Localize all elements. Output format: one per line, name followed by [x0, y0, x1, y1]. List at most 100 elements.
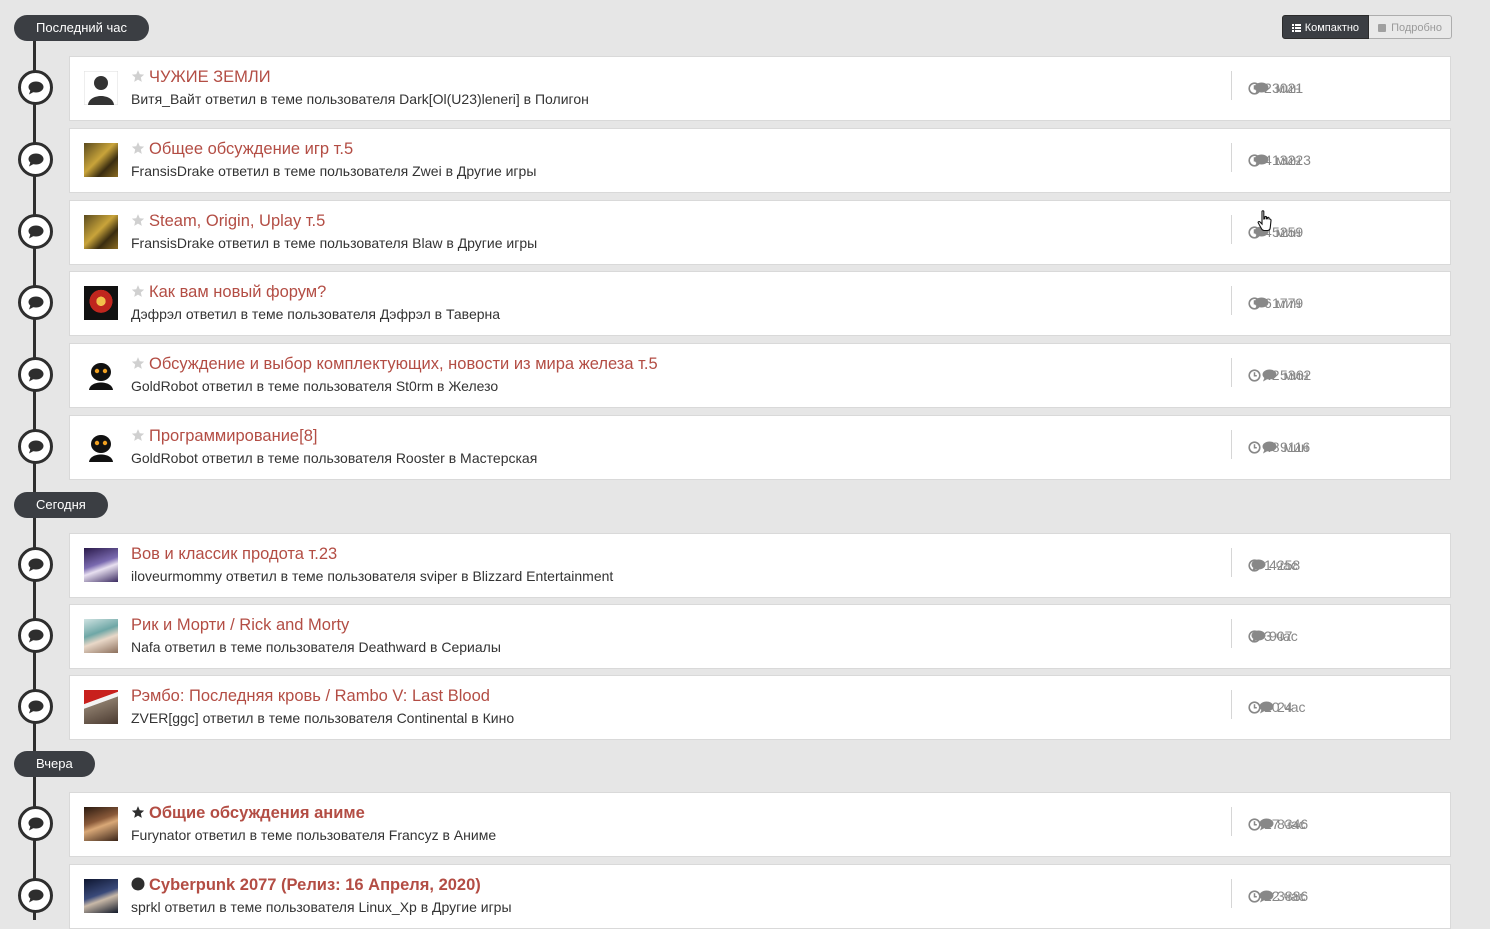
divider [1231, 548, 1232, 577]
avatar[interactable] [84, 143, 118, 177]
timeline-node [18, 70, 53, 105]
topic-title-link[interactable]: Общее обсуждение игр т.5 [149, 140, 353, 158]
compact-view-button[interactable]: Компактно [1281, 15, 1370, 39]
post-count-label: 907 [1269, 628, 1293, 644]
topic-row: Рэмбо: Последняя кровь / Rambo V: Last B… [69, 675, 1451, 740]
star-icon[interactable] [131, 213, 145, 227]
timeline-node [18, 547, 53, 582]
topic-title-link[interactable]: Cyberpunk 2077 (Релиз: 16 Апреля, 2020) [149, 876, 481, 894]
topic-title-link[interactable]: ЧУЖИЕ ЗЕМЛИ [149, 68, 271, 86]
topic-title-line: Обсуждение и выбор комплектующих, новост… [131, 355, 658, 374]
comment-icon [28, 368, 43, 381]
topic-row: Программирование[8] GoldRobot ответил в т… [69, 415, 1451, 480]
star-icon[interactable] [131, 805, 145, 819]
detailed-view-label: Подробно [1391, 22, 1442, 34]
avatar[interactable] [84, 358, 118, 392]
topic-row: Общее обсуждение игр т.5 FransisDrake отв… [69, 128, 1451, 193]
post-count: 907 [1251, 628, 1292, 644]
star-icon[interactable] [131, 356, 145, 370]
timeline-node [18, 689, 53, 724]
section-label-yesterday: Вчера [14, 751, 95, 777]
topic-title-link[interactable]: Программирование[8] [149, 427, 317, 445]
topic-title-link[interactable]: Как вам новый форум? [149, 283, 326, 301]
view-toggle: Компактно Подробно [1281, 15, 1452, 39]
avatar[interactable] [84, 286, 118, 320]
topic-title-link[interactable]: Вов и классик продота т.23 [131, 545, 337, 563]
divider [1231, 71, 1232, 100]
post-count: 1779 [1254, 295, 1303, 311]
star-icon[interactable] [131, 284, 145, 298]
post-count: 9116 [1262, 439, 1310, 455]
topic-title-line: ЧУЖИЕ ЗЕМЛИ [131, 68, 271, 87]
comment-icon [28, 440, 43, 453]
topic-subtitle: Nafa ответил в теме пользователя Deathwa… [131, 639, 501, 655]
timeline-node [18, 429, 53, 464]
section-label-today: Сегодня [14, 492, 108, 518]
star-icon[interactable] [131, 428, 145, 442]
avatar[interactable] [84, 807, 118, 841]
avatar[interactable] [84, 215, 118, 249]
topic-title-line: Steam, Origin, Uplay т.5 [131, 212, 325, 231]
star-icon[interactable] [131, 141, 145, 155]
avatar[interactable] [84, 430, 118, 464]
avatar[interactable] [84, 548, 118, 582]
comment-icon [1262, 369, 1277, 382]
topic-subtitle: GoldRobot ответил в теме пользователя Ro… [131, 450, 538, 466]
topic-title-line: Программирование[8] [131, 427, 317, 446]
topic-title-link[interactable]: Обсуждение и выбор комплектующих, новост… [149, 355, 658, 373]
topic-title-line: Как вам новый форум? [131, 283, 326, 302]
detailed-view-button[interactable]: Подробно [1369, 15, 1452, 39]
comment-icon [1259, 701, 1274, 714]
comment-icon [28, 700, 43, 713]
post-count-label: 5259 [1272, 224, 1304, 240]
clock-icon [1248, 441, 1261, 454]
comment-icon [28, 225, 43, 238]
post-count: 5362 [1262, 367, 1311, 383]
avatar[interactable] [84, 619, 118, 653]
post-count: 13223 [1254, 152, 1311, 168]
divider [1231, 143, 1232, 172]
timeline-node [18, 285, 53, 320]
post-count: 24 [1259, 699, 1293, 715]
comment-icon [1262, 441, 1277, 454]
topic-row: Общие обсуждения аниме Furynator ответил … [69, 792, 1451, 857]
list-icon [1291, 24, 1301, 32]
square-icon [1378, 24, 1387, 32]
topic-subtitle: Витя_Вайт ответил в теме пользователя Da… [131, 91, 589, 107]
post-count-label: 1779 [1272, 295, 1304, 311]
comment-icon [1259, 818, 1274, 831]
timeline-node [18, 142, 53, 177]
topic-title-link[interactable]: Рик и Морти / Rick and Morty [131, 616, 349, 634]
post-count: 3886 [1259, 888, 1308, 904]
topic-row: Как вам новый форум? Дэфрэл ответил в тем… [69, 271, 1451, 336]
circle-icon [131, 877, 145, 891]
topic-title-line: Cyberpunk 2077 (Релиз: 16 Апреля, 2020) [131, 876, 481, 895]
avatar[interactable] [84, 71, 118, 105]
topic-subtitle: GoldRobot ответил в теме пользователя St… [131, 378, 499, 394]
comment-icon [28, 81, 43, 94]
timeline-node [18, 357, 53, 392]
post-count-label: 5362 [1280, 367, 1312, 383]
topic-title-line: Вов и классик продота т.23 [131, 545, 337, 564]
comment-icon [28, 153, 43, 166]
avatar[interactable] [84, 690, 118, 724]
topic-title-link[interactable]: Steam, Origin, Uplay т.5 [149, 212, 325, 230]
topic-title-link[interactable]: Общие обсуждения аниме [149, 804, 365, 822]
topic-subtitle: iloveurmommy ответил в теме пользователя… [131, 568, 614, 584]
comment-icon [28, 558, 43, 571]
post-count-label: 3021 [1272, 80, 1304, 96]
topic-row: Cyberpunk 2077 (Релиз: 16 Апреля, 2020) s… [69, 864, 1451, 929]
clock-icon [1248, 369, 1261, 382]
divider [1231, 690, 1232, 719]
topic-title-line: Общее обсуждение игр т.5 [131, 140, 353, 159]
topic-row: ЧУЖИЕ ЗЕМЛИ Витя_Вайт ответил в теме поль… [69, 56, 1451, 121]
post-count-label: 4258 [1269, 557, 1301, 573]
topic-row: Вов и классик продота т.23 iloveurmommy о… [69, 533, 1451, 598]
timeline-node [18, 806, 53, 841]
topic-title-link[interactable]: Рэмбо: Последняя кровь / Rambo V: Last B… [131, 687, 490, 705]
divider [1231, 215, 1232, 244]
topic-row: Рик и Морти / Rick and Morty Nafa ответил… [69, 604, 1451, 669]
post-count-label: 9116 [1280, 439, 1311, 455]
star-icon[interactable] [131, 69, 145, 83]
divider [1231, 430, 1232, 459]
